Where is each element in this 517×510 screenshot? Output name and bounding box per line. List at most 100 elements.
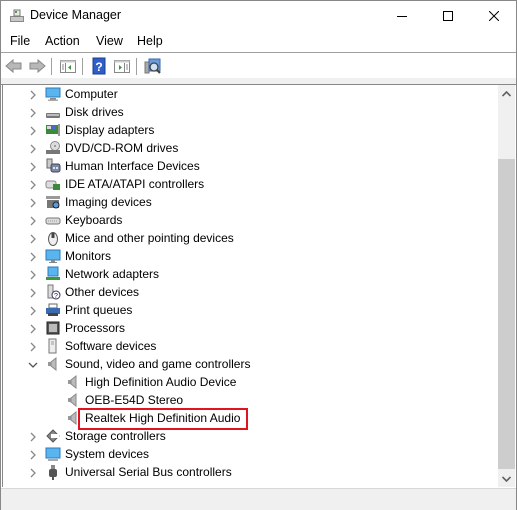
- chevron-right-icon[interactable]: [28, 323, 38, 334]
- toolbar: ?: [1, 53, 516, 78]
- category-item-display-adapters[interactable]: Display adapters: [3, 121, 499, 139]
- chevron-right-icon[interactable]: [28, 179, 38, 190]
- tree-item-label: Software devices: [65, 339, 157, 353]
- category-item-imaging-devices[interactable]: Imaging devices: [3, 193, 499, 211]
- scan-hardware-icon: [144, 58, 161, 74]
- scroll-thumb[interactable]: [498, 159, 515, 469]
- toolbar-separator: [136, 58, 137, 75]
- tree-item-label: Realtek High Definition Audio: [85, 411, 241, 425]
- tree-item-label: Computer: [65, 87, 118, 101]
- chevron-right-icon[interactable]: [28, 215, 38, 226]
- menu-file[interactable]: File: [10, 34, 30, 48]
- back-button[interactable]: [5, 57, 23, 75]
- chevron-right-icon[interactable]: [28, 125, 38, 136]
- toolbar-separator: [51, 58, 52, 75]
- tree-item-label: Monitors: [65, 249, 112, 263]
- chevron-right-icon[interactable]: [28, 449, 38, 460]
- tree-item-label: Keyboards: [65, 213, 123, 227]
- hid-icon: [45, 158, 61, 174]
- chevron-down-icon: [502, 475, 511, 482]
- category-item-human-interface-devices[interactable]: Human Interface Devices: [3, 157, 499, 175]
- category-item-other-devices[interactable]: ? Other devices: [3, 283, 499, 301]
- scan-hardware-changes-button[interactable]: [144, 57, 162, 75]
- category-item-monitors[interactable]: Monitors: [3, 247, 499, 265]
- category-item-system-devices[interactable]: System devices: [3, 445, 499, 463]
- device-item-oeb-e54d-stereo[interactable]: OEB-E54D Stereo: [3, 391, 499, 409]
- category-item-disk-drives[interactable]: Disk drives: [3, 103, 499, 121]
- scroll-up-button[interactable]: [498, 85, 515, 102]
- category-item-keyboards[interactable]: Keyboards: [3, 211, 499, 229]
- toolbar-divider: [1, 78, 516, 85]
- mouse-icon: [45, 230, 61, 246]
- category-item-processors[interactable]: Processors: [3, 319, 499, 337]
- dvd-drive-icon: [45, 140, 61, 156]
- category-item-software-devices[interactable]: Software devices: [3, 337, 499, 355]
- chevron-right-icon[interactable]: [28, 305, 38, 316]
- category-item-computer[interactable]: Computer: [3, 85, 499, 103]
- software-device-icon: [45, 338, 61, 354]
- tree-item-label: Processors: [65, 321, 126, 335]
- minimize-button[interactable]: [379, 1, 425, 30]
- menu-bar: File Action View Help: [1, 31, 516, 53]
- back-arrow-icon: [5, 58, 22, 74]
- forward-button[interactable]: [28, 57, 46, 75]
- category-item-dvd-cd-rom-drives[interactable]: DVD/CD-ROM drives: [3, 139, 499, 157]
- tree-item-label: Human Interface Devices: [65, 159, 200, 173]
- minimize-icon: [397, 15, 407, 17]
- show-hide-console-tree-button[interactable]: [59, 57, 77, 75]
- show-hide-action-pane-button[interactable]: [113, 57, 131, 75]
- device-item-high-definition-audio-device[interactable]: High Definition Audio Device: [3, 373, 499, 391]
- tree-item-label: Display adapters: [65, 123, 155, 137]
- tree-item-label: DVD/CD-ROM drives: [65, 141, 179, 155]
- chevron-right-icon[interactable]: [28, 269, 38, 280]
- speaker-icon: [45, 356, 61, 372]
- speaker-icon: [65, 374, 81, 390]
- menu-view[interactable]: View: [96, 34, 123, 48]
- computer-icon: [45, 86, 61, 102]
- keyboard-icon: [45, 212, 61, 228]
- chevron-right-icon[interactable]: [28, 233, 38, 244]
- chevron-down-icon[interactable]: [28, 359, 38, 369]
- tree-item-label: Universal Serial Bus controllers: [65, 465, 232, 479]
- category-item-ide-ata-atapi-controllers[interactable]: IDE ATA/ATAPI controllers: [3, 175, 499, 193]
- chevron-right-icon[interactable]: [28, 107, 38, 118]
- help-icon: ?: [92, 57, 106, 75]
- category-item-mice-and-other-pointing-devices[interactable]: Mice and other pointing devices: [3, 229, 499, 247]
- menu-action[interactable]: Action: [45, 34, 80, 48]
- category-item-sound-video-and-game-controllers[interactable]: Sound, video and game controllers: [3, 355, 499, 373]
- console-tree-icon: [60, 60, 76, 73]
- chevron-right-icon[interactable]: [28, 197, 38, 208]
- category-item-network-adapters[interactable]: Network adapters: [3, 265, 499, 283]
- tree-item-label: Other devices: [65, 285, 140, 299]
- speaker-icon: [65, 410, 81, 426]
- chevron-right-icon[interactable]: [28, 143, 38, 154]
- chevron-right-icon[interactable]: [28, 161, 38, 172]
- scroll-down-button[interactable]: [498, 470, 515, 487]
- chevron-right-icon[interactable]: [28, 89, 38, 100]
- tree-item-label: High Definition Audio Device: [85, 375, 237, 389]
- category-item-print-queues[interactable]: Print queues: [3, 301, 499, 319]
- category-item-storage-controllers[interactable]: Storage controllers: [3, 427, 499, 445]
- help-button[interactable]: ?: [90, 57, 108, 75]
- tree-item-label: System devices: [65, 447, 150, 461]
- disk-drive-icon: [45, 104, 61, 120]
- chevron-right-icon[interactable]: [28, 287, 38, 298]
- close-button[interactable]: [471, 1, 517, 30]
- chevron-right-icon[interactable]: [28, 467, 38, 478]
- category-item-universal-serial-bus-controllers[interactable]: Universal Serial Bus controllers: [3, 463, 499, 481]
- speaker-icon: [65, 392, 81, 408]
- chevron-right-icon[interactable]: [28, 341, 38, 352]
- svg-text:?: ?: [95, 60, 102, 74]
- tree-item-label: Mice and other pointing devices: [65, 231, 234, 245]
- tree-item-label: Print queues: [65, 303, 133, 317]
- chevron-right-icon[interactable]: [28, 431, 38, 442]
- title-bar: Device Manager: [1, 1, 516, 30]
- maximize-button[interactable]: [425, 1, 471, 30]
- tree-item-label: Storage controllers: [65, 429, 166, 443]
- chevron-right-icon[interactable]: [28, 251, 38, 262]
- camera-icon: [45, 194, 61, 210]
- device-item-realtek-high-definition-audio[interactable]: Realtek High Definition Audio: [3, 409, 499, 427]
- menu-help[interactable]: Help: [137, 34, 163, 48]
- vertical-scrollbar[interactable]: [498, 85, 515, 487]
- ide-controller-icon: [45, 176, 61, 192]
